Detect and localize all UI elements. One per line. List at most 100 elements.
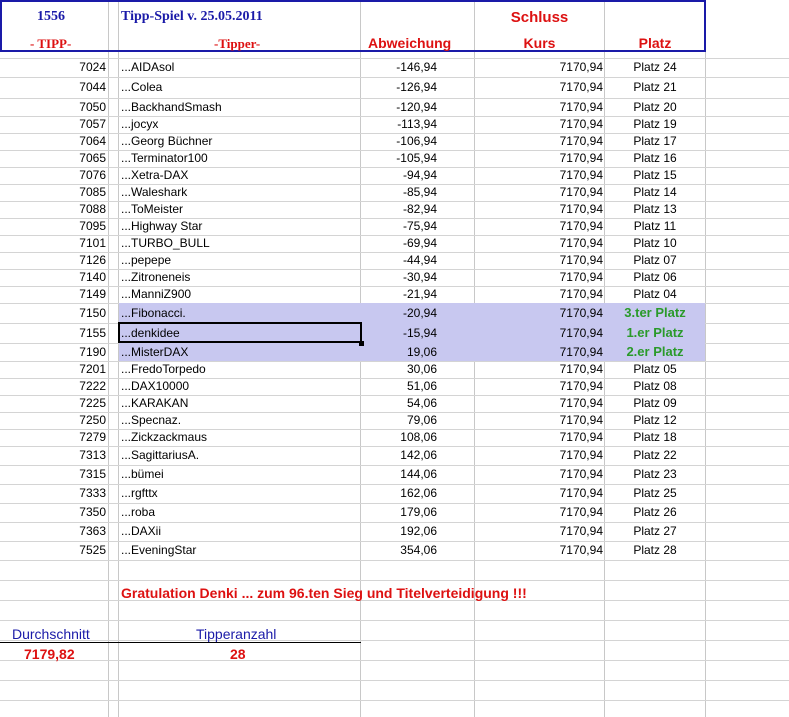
abweichung-cell[interactable]: 79,06 [361, 412, 437, 429]
kurs-cell[interactable]: 7170,94 [476, 412, 603, 429]
tipp-cell[interactable]: 7076 [0, 167, 106, 184]
tipp-cell[interactable]: 7363 [0, 522, 106, 541]
kurs-cell[interactable]: 7170,94 [476, 541, 603, 560]
tipper-cell[interactable]: ...EveningStar [121, 541, 359, 560]
tipper-cell[interactable]: ...KARAKAN [121, 395, 359, 412]
tipper-cell[interactable]: ...rgfttx [121, 484, 359, 503]
kurs-cell[interactable]: 7170,94 [476, 150, 603, 167]
tipp-cell[interactable]: 7155 [0, 323, 106, 343]
tipper-cell[interactable]: ...Xetra-DAX [121, 167, 359, 184]
tipper-cell[interactable]: ...Waleshark [121, 184, 359, 201]
abweichung-cell[interactable]: -106,94 [361, 133, 437, 150]
platz-cell[interactable]: Platz 21 [605, 77, 705, 98]
abweichung-cell[interactable]: -120,94 [361, 98, 437, 116]
tipper-cell[interactable]: ...Zitroneneis [121, 269, 359, 286]
platz-cell[interactable]: Platz 08 [605, 378, 705, 395]
abweichung-cell[interactable]: -75,94 [361, 218, 437, 235]
platz-cell[interactable]: Platz 06 [605, 269, 705, 286]
tipp-cell[interactable]: 7222 [0, 378, 106, 395]
tipper-cell[interactable]: ...SagittariusA. [121, 446, 359, 465]
abweichung-cell[interactable]: 142,06 [361, 446, 437, 465]
tipp-cell[interactable]: 7126 [0, 252, 106, 269]
abweichung-cell[interactable]: 51,06 [361, 378, 437, 395]
tipp-cell[interactable]: 7201 [0, 361, 106, 378]
abweichung-cell[interactable]: 179,06 [361, 503, 437, 522]
tipp-cell[interactable]: 7313 [0, 446, 106, 465]
kurs-cell[interactable]: 7170,94 [476, 269, 603, 286]
kurs-cell[interactable]: 7170,94 [476, 446, 603, 465]
platz-cell[interactable]: Platz 13 [605, 201, 705, 218]
tipper-cell[interactable]: ...TURBO_BULL [121, 235, 359, 252]
tipp-cell[interactable]: 7350 [0, 503, 106, 522]
abweichung-cell[interactable]: -69,94 [361, 235, 437, 252]
kurs-cell[interactable]: 7170,94 [476, 484, 603, 503]
platz-cell[interactable]: Platz 12 [605, 412, 705, 429]
kurs-cell[interactable]: 7170,94 [476, 503, 603, 522]
abweichung-cell[interactable]: 192,06 [361, 522, 437, 541]
tipper-cell[interactable]: ...Colea [121, 77, 359, 98]
tipp-cell[interactable]: 7057 [0, 116, 106, 133]
platz-cell[interactable]: Platz 19 [605, 116, 705, 133]
abweichung-cell[interactable]: 144,06 [361, 465, 437, 484]
platz-cell[interactable]: Platz 15 [605, 167, 705, 184]
tipper-cell[interactable]: ...Specnaz. [121, 412, 359, 429]
tipp-cell[interactable]: 7250 [0, 412, 106, 429]
platz-cell[interactable]: Platz 24 [605, 58, 705, 77]
tipp-cell[interactable]: 7150 [0, 303, 106, 323]
tipp-cell[interactable]: 7024 [0, 58, 106, 77]
tipper-cell[interactable]: ...bümei [121, 465, 359, 484]
abweichung-cell[interactable]: -21,94 [361, 286, 437, 303]
platz-cell[interactable]: 2.er Platz [605, 343, 705, 361]
abweichung-cell[interactable]: -30,94 [361, 269, 437, 286]
abweichung-cell[interactable]: -44,94 [361, 252, 437, 269]
tipp-cell[interactable]: 7225 [0, 395, 106, 412]
abweichung-cell[interactable]: 108,06 [361, 429, 437, 446]
tipper-cell[interactable]: ...Zickzackmaus [121, 429, 359, 446]
tipper-cell[interactable]: ...MisterDAX [121, 343, 359, 361]
kurs-cell[interactable]: 7170,94 [476, 167, 603, 184]
kurs-cell[interactable]: 7170,94 [476, 77, 603, 98]
platz-cell[interactable]: Platz 23 [605, 465, 705, 484]
abweichung-cell[interactable]: -15,94 [361, 323, 437, 343]
platz-cell[interactable]: Platz 04 [605, 286, 705, 303]
abweichung-cell[interactable]: -85,94 [361, 184, 437, 201]
kurs-cell[interactable]: 7170,94 [476, 184, 603, 201]
tipper-cell[interactable]: ...Georg Büchner [121, 133, 359, 150]
abweichung-cell[interactable]: 354,06 [361, 541, 437, 560]
kurs-cell[interactable]: 7170,94 [476, 98, 603, 116]
kurs-cell[interactable]: 7170,94 [476, 522, 603, 541]
kurs-cell[interactable]: 7170,94 [476, 323, 603, 343]
tipp-cell[interactable]: 7095 [0, 218, 106, 235]
selected-cell[interactable] [118, 322, 362, 343]
kurs-cell[interactable]: 7170,94 [476, 235, 603, 252]
tipper-cell[interactable]: ...Terminator100 [121, 150, 359, 167]
tipp-cell[interactable]: 7085 [0, 184, 106, 201]
platz-cell[interactable]: Platz 11 [605, 218, 705, 235]
platz-cell[interactable]: Platz 27 [605, 522, 705, 541]
tipp-cell[interactable]: 7149 [0, 286, 106, 303]
abweichung-cell[interactable]: -146,94 [361, 58, 437, 77]
tipp-cell[interactable]: 7525 [0, 541, 106, 560]
kurs-cell[interactable]: 7170,94 [476, 218, 603, 235]
abweichung-cell[interactable]: 54,06 [361, 395, 437, 412]
fill-handle[interactable] [359, 341, 364, 346]
tipper-cell[interactable]: ...BackhandSmash [121, 98, 359, 116]
abweichung-cell[interactable]: 30,06 [361, 361, 437, 378]
tipp-cell[interactable]: 7064 [0, 133, 106, 150]
kurs-cell[interactable]: 7170,94 [476, 361, 603, 378]
tipper-cell[interactable]: ...roba [121, 503, 359, 522]
tipper-cell[interactable]: ...DAX10000 [121, 378, 359, 395]
abweichung-cell[interactable]: -113,94 [361, 116, 437, 133]
kurs-cell[interactable]: 7170,94 [476, 286, 603, 303]
platz-cell[interactable]: Platz 07 [605, 252, 705, 269]
tipp-cell[interactable]: 7140 [0, 269, 106, 286]
tipp-cell[interactable]: 7190 [0, 343, 106, 361]
kurs-cell[interactable]: 7170,94 [476, 395, 603, 412]
tipper-cell[interactable]: ...Highway Star [121, 218, 359, 235]
platz-cell[interactable]: Platz 05 [605, 361, 705, 378]
platz-cell[interactable]: Platz 09 [605, 395, 705, 412]
kurs-cell[interactable]: 7170,94 [476, 429, 603, 446]
tipper-cell[interactable]: ...FredoTorpedo [121, 361, 359, 378]
tipp-cell[interactable]: 7101 [0, 235, 106, 252]
tipper-cell[interactable]: ...ManniZ900 [121, 286, 359, 303]
